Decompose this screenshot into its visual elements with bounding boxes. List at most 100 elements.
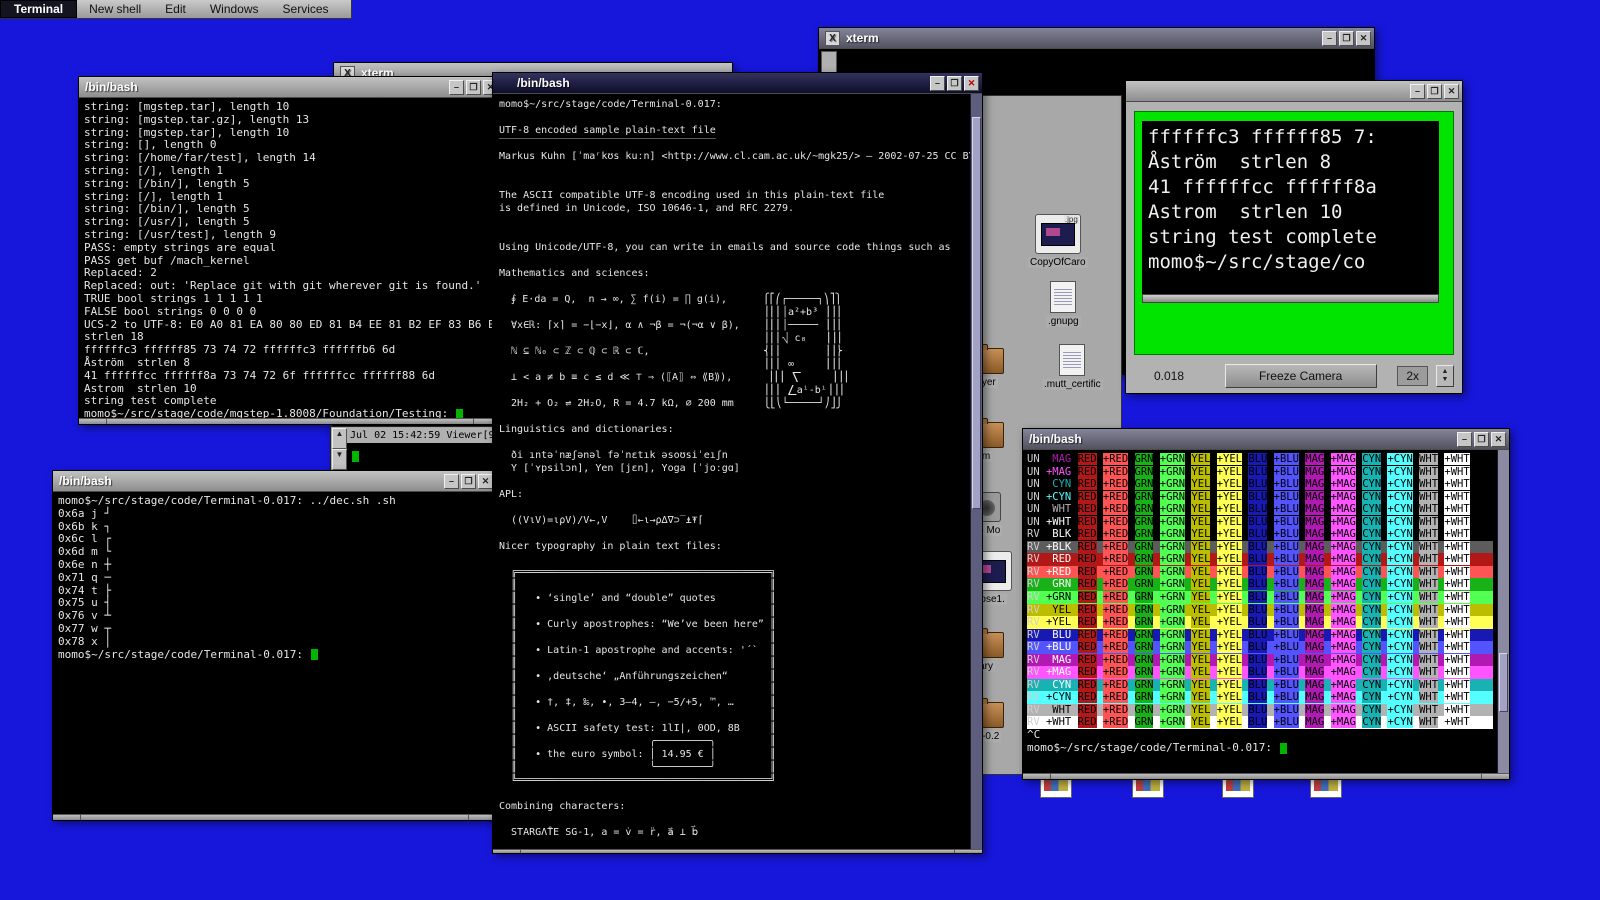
color-test-row: RV WHT RED +RED GRN +GRN YEL +YEL BLU +B… [1027,703,1493,717]
maximize-button[interactable]: ❐ [466,79,481,95]
menu-item-windows[interactable]: Windows [198,0,271,18]
resize-bar[interactable] [79,418,501,424]
window-bash-bottomleft: /bin/bash – ❐ ✕ momo$~/src/stage/code/Te… [52,470,497,821]
resize-bar[interactable] [1023,773,1509,779]
camera-fps-value: 0.018 [1153,369,1185,383]
terminal-screen[interactable]: string: [mgstep.tar], length 10 string: … [79,98,501,418]
interrupt-line: ^C [1027,728,1041,742]
maximize-button[interactable]: ❐ [1427,83,1442,99]
color-test-row: RV BLK RED +RED GRN +GRN YEL +YEL BLU +B… [1027,528,1493,541]
minimize-button[interactable]: – [1410,83,1425,99]
color-rows: UN MAG RED +RED GRN +GRN YEL +YEL BLU +B… [1027,453,1493,730]
menu-app-title[interactable]: Terminal [0,0,78,18]
color-test-row: UN MAG RED +RED GRN +GRN YEL +YEL BLU +B… [1027,453,1470,465]
color-test-row: RV YEL RED +RED GRN +GRN YEL +YEL BLU +B… [1027,603,1493,617]
window-title: xterm [846,31,879,45]
terminal-screen[interactable]: momo$~/src/stage/code/Terminal-0.017: ..… [53,492,496,814]
camera-zoom-value[interactable]: 2x [1397,366,1428,386]
close-button[interactable]: ✕ [1444,83,1459,99]
minimize-button[interactable]: – [1457,431,1472,447]
resize-bar[interactable] [493,849,982,853]
icon-label: CopyOfCaro [1028,257,1088,268]
freeze-camera-button[interactable]: Freeze Camera [1224,364,1377,388]
zoom-stepper[interactable]: ▲ ▼ [1436,365,1454,387]
terminal-cursor [352,451,359,462]
maximize-button[interactable]: ❐ [947,75,962,91]
menu-item-edit[interactable]: Edit [153,0,198,18]
color-test-row: RV +GRN RED +RED GRN +GRN YEL +YEL BLU +… [1027,591,1493,604]
viewer-terminal[interactable] [347,443,500,470]
color-test-row: UN +MAG RED +RED GRN +GRN YEL +YEL BLU +… [1027,465,1470,478]
titlebar-bash-topleft[interactable]: /bin/bash – ❐ ✕ [79,77,501,98]
scrollbar-knob[interactable] [1499,653,1508,712]
magnified-screen: ffffffc3 ffffff85 7: Åström strlen 8 41 … [1142,121,1439,294]
viewer-scrollbar[interactable]: ▲ ▼ [332,428,347,470]
color-test-row: RV +YEL RED +RED GRN +GRN YEL +YEL BLU +… [1027,616,1493,629]
icon-label: .gnupg [1046,316,1081,327]
terminal-cursor [310,649,318,661]
color-test-row: RV +BLU RED +RED GRN +GRN YEL +YEL BLU +… [1027,641,1493,654]
color-test-row: RV CYN RED +RED GRN +GRN YEL +YEL BLU +B… [1027,678,1493,692]
magnified-window-edge [1142,294,1439,303]
camera-viewport[interactable]: ffffffc3 ffffff85 7: Åström strlen 8 41 … [1134,111,1454,355]
menu-item-services[interactable]: Services [271,0,341,18]
window-bash-topleft: /bin/bash – ❐ ✕ string: [mgstep.tar], le… [78,76,502,425]
scrollbar-track[interactable] [970,94,982,849]
terminal-cursor [1279,742,1287,754]
maximize-button[interactable]: ❐ [1474,431,1489,447]
titlebar-bash-colortest[interactable]: /bin/bash – ❐ ✕ [1023,429,1509,450]
magnified-terminal-text: ffffffc3 ffffff85 7: Åström strlen 8 41 … [1148,126,1377,273]
stepper-up-icon[interactable]: ▲ [1442,368,1449,376]
color-test-row: UN +CYN RED +RED GRN +GRN YEL +YEL BLU +… [1027,490,1470,503]
terminal-output: momo$~/src/stage/code/Terminal-0.017: UT… [499,99,970,838]
terminal-output: string: [mgstep.tar], length 10 string: … [84,100,501,408]
scroll-up-icon[interactable]: ▲ [332,428,347,449]
color-test-row: UN +WHT RED +RED GRN +GRN YEL +YEL BLU +… [1027,515,1470,528]
close-button[interactable]: ✕ [964,75,979,91]
color-test-row: RV +RED RED +RED GRN +GRN YEL +YEL BLU +… [1027,565,1493,579]
minimize-button[interactable]: – [930,75,945,91]
viewer-log-text: Jul 02 15:42:59 Viewer[9 [350,430,495,441]
window-title: /bin/bash [59,474,112,488]
document-file-icon [1050,281,1077,313]
stepper-down-icon[interactable]: ▼ [1442,376,1449,384]
window-bash-center: /bin/bash – ❐ ✕ momo$~/src/stage/code/Te… [492,72,983,854]
desktop: { "chrome": { "min": "–", "max": "❐", "c… [0,0,1600,900]
color-test-row: RV BLU RED +RED GRN +GRN YEL +YEL BLU +B… [1027,628,1493,642]
file-icon-copyofcaro[interactable]: .jpg CopyOfCaro [1028,214,1088,268]
titlebar-bash-center[interactable]: /bin/bash – ❐ ✕ [493,73,982,94]
minimize-button[interactable]: – [1322,30,1337,46]
terminal-screen[interactable]: UN MAG RED +RED GRN +GRN YEL +YEL BLU +B… [1023,450,1497,773]
maximize-button[interactable]: ❐ [1339,30,1354,46]
minimize-button[interactable]: – [444,473,459,489]
scroll-down-icon[interactable]: ▼ [332,449,347,470]
minimize-button[interactable]: – [449,79,464,95]
titlebar-camera[interactable]: – ❐ ✕ [1126,81,1462,102]
terminal-output: momo$~/src/stage/code/Terminal-0.017: ..… [58,494,396,648]
terminal-screen[interactable]: momo$~/src/stage/code/Terminal-0.017: UT… [493,94,970,849]
scrollbar-knob[interactable] [972,116,981,510]
file-icon-gnupg[interactable]: .gnupg [1046,281,1081,327]
color-test-row: RV +BLK RED +RED GRN +GRN YEL +YEL BLU +… [1027,540,1493,554]
menu-item-new-shell[interactable]: New shell [77,0,153,18]
window-title: /bin/bash [517,76,570,90]
window-bash-colortest: /bin/bash – ❐ ✕ UN MAG RED +RED GRN +GRN… [1022,428,1510,780]
window-title: /bin/bash [1029,432,1082,446]
color-test-row: RV +WHT RED +RED GRN +GRN YEL +YEL BLU +… [1027,716,1493,730]
window-camera: – ❐ ✕ ffffffc3 ffffff85 7: Åström strlen… [1125,80,1463,394]
close-button[interactable]: ✕ [1491,431,1506,447]
close-button[interactable]: ✕ [478,473,493,489]
window-viewer-log: ▲ ▼ Jul 02 15:42:59 Viewer[9 [330,426,502,472]
icon-label: .mutt_certific [1042,379,1103,390]
color-test-row: RV MAG RED +RED GRN +GRN YEL +YEL BLU +B… [1027,653,1493,667]
file-icon-mutt-certific[interactable]: .mutt_certific [1042,344,1103,390]
window-title: /bin/bash [85,80,138,94]
maximize-button[interactable]: ❐ [461,473,476,489]
titlebar-xterm-big[interactable]: X xterm – ❐ ✕ [819,28,1374,49]
xterm-logo-icon: X [825,30,840,46]
close-button[interactable]: ✕ [1356,30,1371,46]
resize-bar[interactable] [53,814,496,820]
titlebar-bash-bottomleft[interactable]: /bin/bash – ❐ ✕ [53,471,496,492]
image-file-icon: .jpg [1034,214,1081,254]
scrollbar-track[interactable] [1497,450,1509,773]
